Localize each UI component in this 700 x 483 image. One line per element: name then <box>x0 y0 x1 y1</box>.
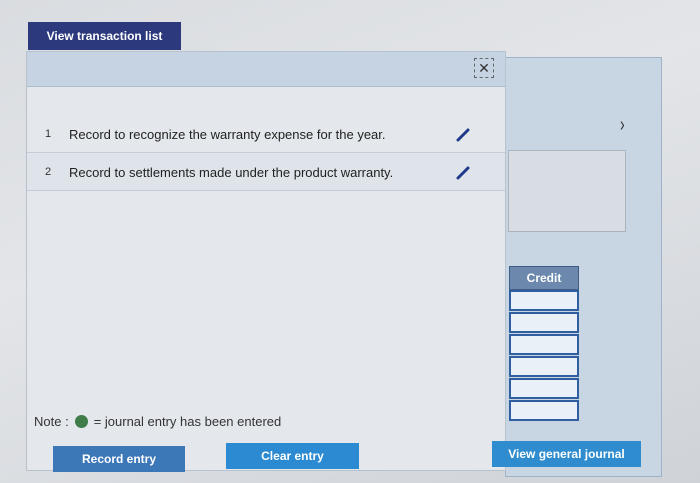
view-general-journal-button[interactable]: View general journal <box>492 441 641 467</box>
close-icon[interactable]: ✕ <box>474 58 494 78</box>
journal-entry-note: Note : = journal entry has been entered <box>34 414 281 429</box>
record-entry-button[interactable]: Record entry <box>53 446 185 472</box>
transaction-list-modal: ✕ 1 Record to recognize the warranty exp… <box>26 51 506 471</box>
transaction-row[interactable]: 1 Record to recognize the warranty expen… <box>27 116 505 153</box>
note-label: Note : <box>34 414 69 429</box>
credit-input[interactable] <box>509 378 579 399</box>
credit-input[interactable] <box>509 400 579 421</box>
chevron-right-icon[interactable]: › <box>620 114 625 137</box>
entered-status-dot-icon <box>74 415 88 428</box>
journal-description-box <box>508 150 626 232</box>
transaction-description: Record to recognize the warranty expense… <box>69 126 386 142</box>
credit-input[interactable] <box>509 334 579 355</box>
credit-input[interactable] <box>509 290 579 311</box>
transaction-description: Record to settlements made under the pro… <box>69 164 394 180</box>
modal-header: ✕ <box>27 52 505 87</box>
credit-column-header: Credit <box>509 266 579 290</box>
pencil-icon[interactable] <box>453 125 473 145</box>
transaction-number: 1 <box>44 128 52 140</box>
note-text: = journal entry has been entered <box>93 414 282 429</box>
transaction-row[interactable]: 2 Record to settlements made under the p… <box>27 154 505 191</box>
view-transaction-list-button[interactable]: View transaction list <box>28 22 181 50</box>
credit-input[interactable] <box>509 356 579 377</box>
credit-input[interactable] <box>509 312 579 333</box>
pencil-icon[interactable] <box>453 163 473 183</box>
transaction-number: 2 <box>44 166 52 178</box>
clear-entry-button[interactable]: Clear entry <box>226 443 359 469</box>
